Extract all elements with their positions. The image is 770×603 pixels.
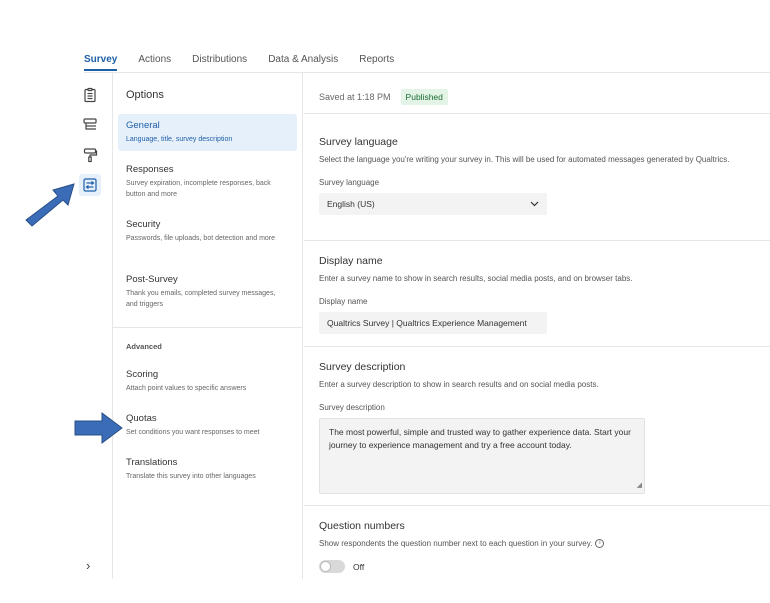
resize-handle-icon[interactable]: ◢ (637, 479, 642, 492)
field-label: Survey language (319, 178, 380, 187)
options-panel: Options General Language, title, survey … (113, 73, 303, 579)
field-label: Survey description (319, 403, 385, 412)
advanced-heading: Advanced (126, 342, 162, 351)
tab-actions[interactable]: Actions (138, 54, 171, 71)
section-title: Display name (319, 255, 383, 267)
section-title: Question numbers (319, 520, 405, 532)
divider (304, 240, 770, 241)
survey-language-section: Survey language Select the language you'… (319, 136, 764, 215)
question-numbers-toggle-row: Off (319, 560, 764, 573)
option-desc: Survey expiration, incomplete responses,… (126, 180, 271, 198)
section-title: Survey description (319, 361, 406, 373)
option-general[interactable]: General Language, title, survey descript… (118, 114, 297, 151)
display-name-input[interactable]: Qualtrics Survey | Qualtrics Experience … (319, 312, 547, 334)
survey-description-section: Survey description Enter a survey descri… (319, 361, 764, 494)
published-badge: Published (400, 89, 448, 105)
option-post-survey[interactable]: Post-Survey Thank you emails, completed … (118, 268, 297, 316)
toggle-label: Off (353, 561, 365, 572)
option-title: Security (126, 219, 161, 230)
option-title: Translations (126, 457, 178, 468)
saved-time: Saved at 1:18 PM (319, 92, 391, 102)
tab-survey[interactable]: Survey (84, 54, 118, 71)
divider (304, 346, 770, 347)
tab-data-analysis[interactable]: Data & Analysis (268, 54, 338, 71)
flow-icon[interactable] (79, 114, 101, 136)
option-desc: Thank you emails, completed survey messa… (126, 290, 276, 308)
option-security[interactable]: Security Passwords, file uploads, bot de… (118, 213, 297, 250)
chevron-down-icon (530, 201, 539, 207)
info-icon[interactable]: i (595, 539, 605, 549)
option-title: Quotas (126, 413, 157, 424)
top-tabs: Survey Actions Distributions Data & Anal… (84, 54, 415, 71)
question-numbers-toggle[interactable] (319, 560, 345, 573)
section-desc: Show respondents the question number nex… (319, 539, 593, 548)
option-desc: Set conditions you want responses to mee… (126, 429, 260, 436)
option-quotas[interactable]: Quotas Set conditions you want responses… (118, 407, 297, 444)
left-rail: › (68, 73, 113, 579)
section-desc: Enter a survey description to show in se… (319, 380, 599, 389)
survey-language-select[interactable]: English (US) (319, 193, 547, 215)
option-desc: Translate this survey into other languag… (126, 473, 256, 480)
option-title: Scoring (126, 369, 159, 380)
select-value: English (US) (327, 199, 375, 209)
section-desc: Select the language you're writing your … (319, 155, 730, 164)
general-settings: Saved at 1:18 PM Published Survey langua… (304, 73, 770, 603)
option-desc: Language, title, survey description (126, 136, 233, 143)
section-desc: Enter a survey name to show in search re… (319, 274, 633, 283)
survey-options-page: Survey Actions Distributions Data & Anal… (0, 0, 770, 603)
section-title: Survey language (319, 136, 398, 148)
options-divider (113, 327, 302, 328)
option-desc: Attach point values to specific answers (126, 385, 247, 392)
option-title: General (126, 120, 160, 131)
option-title: Post-Survey (126, 274, 178, 285)
options-icon[interactable] (79, 174, 101, 196)
option-scoring[interactable]: Scoring Attach point values to specific … (118, 363, 297, 400)
annotation-arrow-icon (74, 412, 123, 444)
survey-description-textarea[interactable]: The most powerful, simple and trusted wa… (319, 418, 645, 494)
look-feel-icon[interactable] (79, 144, 101, 166)
options-title: Options (126, 89, 164, 101)
display-name-section: Display name Enter a survey name to show… (319, 255, 764, 334)
option-translations[interactable]: Translations Translate this survey into … (118, 451, 297, 488)
save-status: Saved at 1:18 PM Published (319, 89, 448, 105)
divider (304, 113, 770, 114)
annotation-arrow-icon (25, 183, 75, 227)
field-label: Display name (319, 297, 368, 306)
textarea-value: The most powerful, simple and trusted wa… (329, 427, 631, 450)
survey-icon[interactable] (79, 84, 101, 106)
tab-reports[interactable]: Reports (359, 54, 394, 71)
divider (304, 505, 770, 506)
question-numbers-section: Question numbers Show respondents the qu… (319, 520, 764, 573)
section-desc-row: Show respondents the question number nex… (319, 538, 764, 550)
option-responses[interactable]: Responses Survey expiration, incomplete … (118, 158, 297, 206)
tab-distributions[interactable]: Distributions (192, 54, 247, 71)
expand-rail-chevron-icon[interactable]: › (86, 558, 90, 573)
option-desc: Passwords, file uploads, bot detection a… (126, 235, 276, 242)
option-title: Responses (126, 164, 174, 175)
